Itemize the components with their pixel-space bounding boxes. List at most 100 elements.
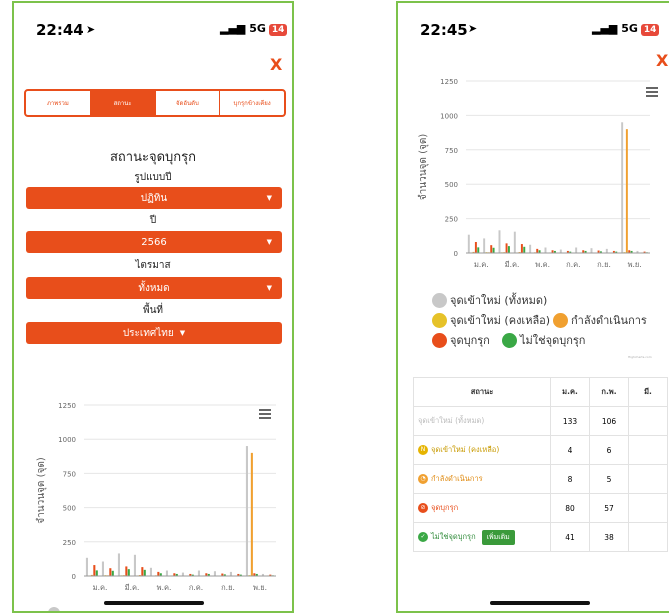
table-row: N จุดเข้าใหม่ (คงเหลือ) 4 6	[413, 435, 668, 465]
row-label-cell: N จุดเข้าใหม่ (คงเหลือ)	[413, 435, 551, 465]
x-tick-label: มี.ค.	[125, 583, 140, 592]
bar	[141, 567, 144, 576]
tab-nearby[interactable]: บุกรุกข้างเคียง	[220, 91, 284, 115]
year-value: 2566	[141, 236, 167, 248]
bar	[505, 243, 508, 253]
tab-status[interactable]: สถานะ	[90, 91, 156, 115]
table-header: มี.	[628, 377, 668, 407]
year-type-label: รูปแบบปี	[134, 172, 172, 183]
y-tick-label: 0	[72, 573, 76, 581]
network-label: 5G	[249, 22, 266, 35]
y-tick-label: 750	[63, 470, 76, 478]
legend-label: จุดเข้าใหม่ (ทั้งหมด)	[450, 294, 548, 307]
x-tick-label: ม.ค.	[93, 583, 108, 592]
row-label: จุดเข้าใหม่ (ทั้งหมด)	[413, 406, 551, 436]
bar	[157, 571, 160, 576]
bar	[605, 248, 608, 253]
bar-chart: 0 250 500 750 1000 1250 ม.ค. มี.ค. พ.ค. ก.ค. ก.ย. พ…	[36, 402, 276, 592]
y-tick-label: 250	[445, 216, 458, 224]
y-tick-label: 1000	[58, 436, 76, 444]
clock: 22:44	[36, 21, 84, 39]
home-indicator	[104, 601, 204, 605]
table-cell: 106	[589, 406, 629, 436]
y-tick-label: 750	[445, 147, 458, 155]
tab-overview[interactable]: ภาพรวม	[26, 91, 91, 115]
y-axis-title: จำนวนจุด (จุด)	[418, 134, 429, 201]
table-row: จุดเข้าใหม่ (ทั้งหมด) 133 106	[413, 406, 668, 436]
tab-ranking[interactable]: จัดอันดับ	[156, 91, 221, 115]
table-cell	[628, 435, 668, 465]
x-tick-label: พ.ค.	[157, 583, 172, 592]
table-cell: 133	[550, 406, 590, 436]
year-type-select[interactable]: ปฏิทิน ▼	[26, 187, 282, 209]
signal-indicator: ▂▄▆ 5G 14	[592, 22, 660, 36]
bar	[197, 570, 200, 576]
bar	[109, 568, 112, 576]
row-label: จุดเข้าใหม่ (คงเหลือ)	[431, 445, 500, 454]
status-table: สถานะ ม.ค. ก.พ. มี. จุดเข้าใหม่ (ทั้งหมด…	[413, 377, 668, 552]
table-header-row: สถานะ ม.ค. ก.พ. มี.	[413, 377, 668, 407]
legend-item-in-progress[interactable]: กำลังดำเนินการ	[553, 311, 647, 329]
close-button[interactable]: X	[270, 55, 282, 74]
bar	[165, 570, 168, 576]
x-tick-label: ก.ค.	[566, 260, 580, 269]
x-tick-label: ม.ค.	[474, 260, 489, 269]
legend-label: จุดบุกรุก	[450, 334, 490, 347]
row-label-cell: ◔ กำลังดำเนินการ	[413, 464, 551, 494]
table-cell	[628, 464, 668, 494]
chevron-down-icon: ▼	[266, 194, 272, 202]
status-bar: 22:45 ➤ ▂▄▆ 5G 14	[398, 3, 669, 51]
bar	[117, 553, 120, 576]
bar	[483, 238, 486, 253]
y-tick-label: 1250	[58, 402, 76, 410]
x-tick-label: ก.ย.	[597, 260, 611, 269]
bar	[143, 569, 146, 576]
bar	[125, 566, 128, 576]
bar	[498, 230, 501, 253]
bar	[229, 571, 232, 576]
area-select[interactable]: ประเทศไทย ▼	[26, 322, 282, 344]
bar	[149, 567, 152, 576]
signal-indicator: ▂▄▆ 5G 14	[220, 22, 288, 36]
legend-item-not-encroachment[interactable]: ไม่ใช่จุดบุกรุก	[502, 331, 585, 349]
bar	[536, 248, 539, 253]
bar-chart: 0 250 500 750 1000 1250 ม.ค. มี.ค. พ.ค. ก.ค. ก.ย. พ…	[418, 78, 650, 269]
legend-item-encroachment[interactable]: จุดบุกรุก	[432, 331, 490, 349]
y-tick-label: 500	[63, 505, 76, 513]
bar	[85, 557, 88, 576]
bar	[492, 247, 495, 253]
bar	[95, 570, 98, 576]
bar	[621, 122, 624, 253]
network-label: 5G	[621, 22, 638, 35]
tab-bar: ภาพรวม สถานะ จัดอันดับ บุกรุกข้างเคียง	[24, 89, 286, 117]
legend-item-new-remaining[interactable]: จุดเข้าใหม่ (คงเหลือ)	[432, 311, 550, 329]
chevron-down-icon: ▼	[179, 329, 186, 337]
table-cell: 4	[550, 435, 590, 465]
table-cell: 6	[589, 435, 629, 465]
x-tick-label: พ.ย.	[628, 260, 642, 269]
more-button[interactable]: เพิ่มเติม	[481, 529, 515, 545]
bar	[127, 569, 130, 576]
bar	[250, 452, 253, 576]
legend-label: กำลังดำเนินการ	[571, 314, 647, 327]
row-label-cell: ✓ ไม่ใช่จุดบุกรุก เพิ่มเติม	[413, 522, 551, 552]
bar	[245, 446, 248, 576]
y-axis-title: จำนวนจุด (จุด)	[36, 457, 47, 524]
row-label: กำลังดำเนินการ	[431, 474, 483, 483]
bar	[590, 248, 593, 253]
bar	[513, 231, 516, 253]
y-tick-label: 0	[454, 250, 458, 258]
bar	[507, 246, 510, 253]
table-header: ก.พ.	[589, 377, 629, 407]
bar	[111, 570, 114, 576]
bar	[520, 244, 523, 253]
chart-credit: Highcharts.com	[628, 355, 652, 359]
quarter-select[interactable]: ทั้งหมด ▼	[26, 277, 282, 299]
bar	[490, 245, 493, 253]
year-select[interactable]: 2566 ▼	[26, 231, 282, 253]
bar	[93, 565, 96, 576]
y-tick-label: 250	[63, 539, 76, 547]
legend-item-new-all[interactable]: จุดเข้าใหม่ (ทั้งหมด)	[432, 291, 547, 309]
row-label: ไม่ใช่จุดบุกรุก	[431, 531, 476, 541]
bar	[467, 234, 470, 253]
